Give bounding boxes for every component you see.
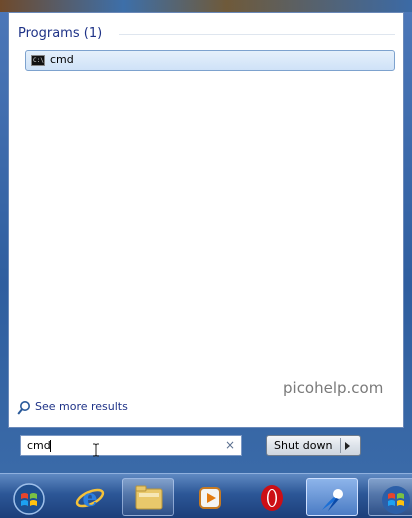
taskbar-internet-explorer[interactable]: e bbox=[64, 478, 116, 516]
see-more-label: See more results bbox=[35, 400, 128, 413]
comet-icon bbox=[322, 489, 343, 511]
result-item-cmd[interactable]: C:\ cmd bbox=[25, 50, 395, 71]
header-divider bbox=[119, 34, 395, 35]
ibeam-cursor-icon bbox=[92, 442, 100, 457]
clear-search-icon[interactable]: × bbox=[225, 438, 235, 452]
taskbar-windows-explorer[interactable] bbox=[122, 478, 174, 516]
shutdown-button[interactable]: Shut down bbox=[266, 435, 361, 456]
watermark-text: picohelp.com bbox=[283, 379, 384, 397]
programs-header[interactable]: Programs (1) bbox=[18, 26, 102, 41]
taskbar: e bbox=[0, 473, 412, 518]
taskbar-opera[interactable] bbox=[246, 478, 298, 516]
search-icon bbox=[17, 400, 31, 416]
start-menu: Programs (1) C:\ cmd picohelp.com See mo… bbox=[0, 0, 412, 473]
search-input-value: cmd bbox=[27, 439, 51, 452]
opera-icon bbox=[261, 485, 283, 511]
result-label: cmd bbox=[50, 53, 74, 66]
shutdown-label: Shut down bbox=[274, 439, 333, 452]
windows-logo-icon bbox=[13, 483, 45, 515]
desktop-strip bbox=[0, 0, 412, 12]
search-input[interactable]: cmd × bbox=[20, 435, 242, 457]
internet-explorer-icon: e bbox=[75, 483, 105, 512]
text-caret bbox=[50, 440, 51, 452]
svg-text:e: e bbox=[82, 483, 97, 512]
taskbar-media-player[interactable] bbox=[184, 478, 236, 516]
taskbar-search-app[interactable] bbox=[306, 478, 358, 516]
cmd-icon: C:\ bbox=[31, 55, 45, 66]
media-player-icon bbox=[199, 487, 221, 509]
search-results-panel: Programs (1) C:\ cmd picohelp.com See mo… bbox=[8, 12, 404, 428]
windows-logo-icon bbox=[382, 486, 410, 514]
chevron-right-icon[interactable] bbox=[345, 442, 350, 450]
start-button[interactable] bbox=[2, 478, 54, 516]
shutdown-divider bbox=[340, 438, 341, 453]
folder-icon bbox=[135, 485, 163, 510]
taskbar-windows-app[interactable] bbox=[368, 478, 412, 516]
